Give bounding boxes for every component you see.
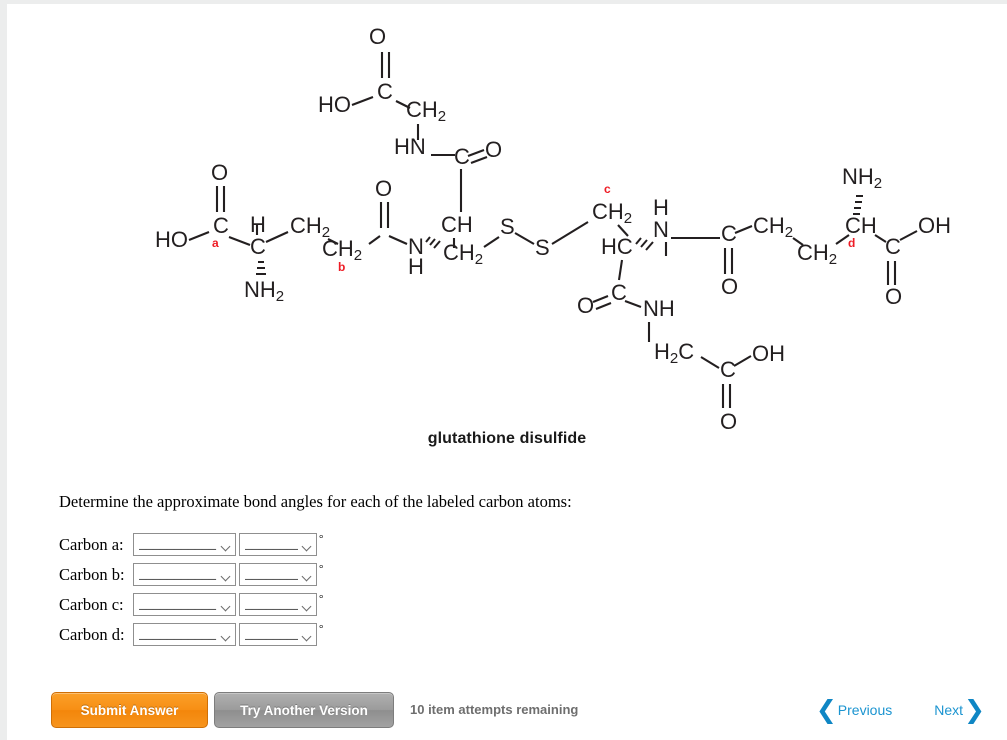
shape-select-d[interactable]: ___________ — [133, 623, 236, 646]
shape-select-d-wrap: ___________ — [133, 623, 236, 646]
atom-OH-right: OH — [918, 213, 951, 238]
answer-row-b: Carbon b: ___________ ________ ° — [59, 562, 323, 587]
atom-C-amide-right: C — [721, 221, 737, 246]
atom-CH2-top: CH2 — [406, 97, 446, 125]
atom-CH2-cys-left: CH2 — [443, 240, 483, 268]
atom-C-gly-right: C — [611, 280, 627, 305]
row-label-a: Carbon a: — [59, 534, 124, 554]
shape-select-a[interactable]: ___________ — [133, 533, 236, 556]
atom-NH-gly-right: NH — [643, 296, 675, 321]
molecule-structure: O C HO CH2 HN C O O C a HO C H NH2 CH2 C… — [7, 4, 1007, 454]
shape-select-b[interactable]: ___________ — [133, 563, 236, 586]
question-page: O C HO CH2 HN C O O C a HO C H NH2 CH2 C… — [7, 4, 1007, 740]
degree-symbol-b: ° — [319, 563, 324, 575]
atom-C-left: C — [213, 213, 229, 238]
row-label-b: Carbon b: — [59, 564, 125, 584]
shape-select-c[interactable]: ___________ — [133, 593, 236, 616]
atom-C-alpha-left: C — [250, 234, 266, 259]
atom-O-gly-right: O — [577, 293, 594, 318]
row-label-c: Carbon c: — [59, 594, 124, 614]
answer-rows: Carbon a: ___________ ________ ° Carbon … — [59, 532, 323, 652]
previous-button[interactable]: ❮ Previous — [815, 695, 893, 724]
atom-NH2-right: NH2 — [842, 164, 882, 192]
angle-select-a[interactable]: ________ — [239, 533, 317, 556]
atom-CH2-right-upper: CH2 — [753, 213, 793, 241]
attempts-remaining-text: 10 item attempts remaining — [410, 702, 579, 717]
atom-HO-top: HO — [318, 92, 351, 117]
atom-O-mid-left: O — [375, 176, 392, 201]
atom-O-left: O — [211, 160, 228, 185]
atom-NH2-left: NH2 — [244, 277, 284, 305]
atom-HO-left: HO — [155, 227, 188, 252]
carbon-label-c: c — [604, 182, 611, 196]
atom-CH-alpha-right: CH — [845, 213, 877, 238]
atom-HN-top: HN — [394, 134, 426, 159]
atom-O-acid-right: O — [885, 284, 902, 309]
degree-symbol-d: ° — [319, 623, 324, 635]
shape-select-b-wrap: ___________ — [133, 563, 236, 586]
carbon-label-b: b — [338, 260, 345, 274]
molecule-caption: glutathione disulfide — [427, 430, 587, 447]
answer-row-d: Carbon d: ___________ ________ ° — [59, 622, 323, 647]
angle-select-a-wrap: ________ — [239, 533, 317, 556]
shape-select-a-wrap: ___________ — [133, 533, 236, 556]
atom-OH-gly-right: OH — [752, 341, 785, 366]
atom-C-acid-right: C — [885, 234, 901, 259]
angle-select-b[interactable]: ________ — [239, 563, 317, 586]
angle-select-d[interactable]: ________ — [239, 623, 317, 646]
footer-toolbar: Submit Answer Try Another Version 10 ite… — [7, 692, 1007, 740]
atom-N-amide-right: N — [653, 217, 669, 242]
answer-row-c: Carbon c: ___________ ________ ° — [59, 592, 323, 617]
atom-C-top2: C — [454, 144, 470, 169]
row-label-d: Carbon d: — [59, 624, 125, 644]
atom-C-gly-acid-right: C — [720, 357, 736, 382]
atom-O-top1: O — [369, 24, 386, 49]
atom-O-top2: O — [485, 137, 502, 162]
angle-select-d-wrap: ________ — [239, 623, 317, 646]
chevron-left-icon: ❮ — [815, 695, 837, 724]
angle-select-c[interactable]: ________ — [239, 593, 317, 616]
atom-CH-cys-left: CH — [441, 212, 473, 237]
next-label: Next — [934, 702, 964, 718]
atom-S-right: S — [535, 235, 550, 260]
degree-symbol-c: ° — [319, 593, 324, 605]
angle-select-b-wrap: ________ — [239, 563, 317, 586]
atom-S-left: S — [500, 214, 515, 239]
atom-H-amide-left: H — [408, 254, 424, 279]
shape-select-c-wrap: ___________ — [133, 593, 236, 616]
navigation-controls: ❮ Previous Next ❯ — [816, 692, 985, 728]
atom-CH2-cys-right: CH2 — [592, 199, 632, 227]
next-button[interactable]: Next ❯ — [934, 695, 985, 724]
previous-label: Previous — [837, 702, 893, 718]
answer-row-a: Carbon a: ___________ ________ ° — [59, 532, 323, 557]
carbon-label-d: d — [848, 236, 855, 250]
atom-O-amide-right: O — [721, 274, 738, 299]
question-prompt: Determine the approximate bond angles fo… — [59, 492, 572, 511]
atom-C-top1: C — [377, 79, 393, 104]
submit-answer-button[interactable]: Submit Answer — [51, 692, 208, 728]
atom-H2C-gly-right: H2C — [654, 339, 694, 367]
try-another-version-button[interactable]: Try Another Version — [214, 692, 394, 728]
carbon-label-a: a — [212, 236, 219, 250]
chevron-right-icon: ❯ — [964, 695, 985, 724]
degree-symbol-a: ° — [319, 533, 324, 545]
atom-HC-cys-right: HC — [601, 234, 633, 259]
angle-select-c-wrap: ________ — [239, 593, 317, 616]
atom-H-amide-right: H — [653, 195, 669, 220]
atom-CH2-right-lower: CH2 — [797, 240, 837, 268]
